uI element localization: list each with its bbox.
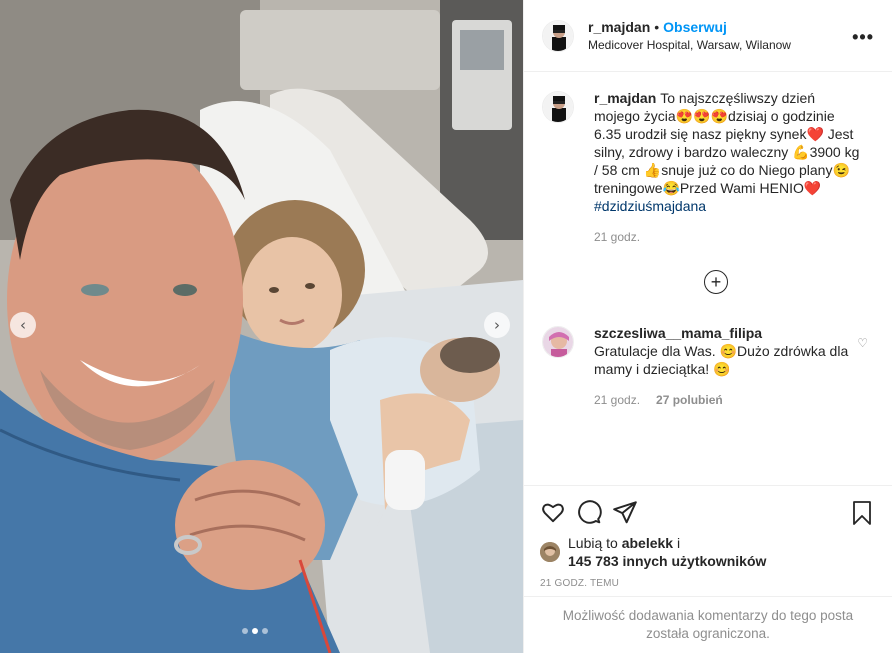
carousel-dot-active [252,628,258,634]
heart-icon[interactable]: ♡ [857,336,868,350]
liker-avatar[interactable] [540,542,560,562]
location-link[interactable]: Medicover Hospital, Warsaw, Wilanow [588,38,791,52]
share-icon[interactable] [612,499,638,525]
caption-username[interactable]: r_majdan [594,90,656,106]
comment-text: szczesliwa__mama_filipa Gratulacje dla Wa… [594,324,862,378]
comment-likes[interactable]: 27 polubień [656,393,723,407]
carousel-indicator [242,628,268,634]
avatar-image [543,92,573,122]
comment-body: Gratulacje dla Was. 😊Dużo zdrówka dla ma… [594,343,849,377]
post-timestamp[interactable]: 21 GODZ. TEMU [540,578,876,589]
comment-row: szczesliwa__mama_filipa Gratulacje dla Wa… [542,324,874,407]
likes-summary: Lubią to abelekk i 145 783 innych użytko… [540,534,876,570]
heart-icon[interactable] [540,499,566,525]
avatar-image [543,327,573,357]
comment-username[interactable]: szczesliwa__mama_filipa [594,325,762,341]
hospital-selfie-illustration [0,0,523,653]
bookmark-icon[interactable] [850,500,874,526]
hashtag-link[interactable]: #dzidziuśmajdana [594,198,706,214]
likes-count[interactable]: 145 783 innych użytkowników [568,553,766,569]
carousel-dot [262,628,268,634]
comments-restricted-notice: Możliwość dodawania komentarzy do tego p… [524,596,892,653]
liker-username[interactable]: abelekk [622,535,673,551]
comment-time[interactable]: 21 godz. [594,393,640,407]
likes-prefix: Lubią to [568,535,622,551]
caption-row: r_majdan To najszczęśliwszy dzień mojego … [542,89,874,244]
liker-avatar-image [540,542,560,562]
post-header: r_majdan • Obserwuj Medicover Hospital, … [524,0,892,72]
separator-dot: • [654,19,660,35]
chevron-right-icon: › [494,315,500,334]
more-dots-icon[interactable]: ••• [852,28,874,46]
avatar-image [543,20,573,51]
carousel-prev-button[interactable]: ‹ [10,312,36,338]
plus-circle-icon[interactable]: + [704,270,728,294]
avatar[interactable] [542,19,574,52]
comment-icon[interactable] [576,499,602,525]
likes-suffix: i [673,535,681,551]
follow-button[interactable]: Obserwuj [663,19,727,35]
avatar[interactable] [542,91,574,123]
chevron-left-icon: ‹ [20,315,26,334]
caption-time[interactable]: 21 godz. [594,230,640,244]
author-username[interactable]: r_majdan [588,19,650,35]
caption-text: r_majdan To najszczęśliwszy dzień mojego … [594,89,862,215]
post-side-panel: r_majdan • Obserwuj Medicover Hospital, … [523,0,892,653]
comments-section[interactable]: r_majdan To najszczęśliwszy dzień mojego … [524,73,892,485]
post-photo[interactable]: ‹ › [0,0,523,653]
carousel-dot [242,628,248,634]
avatar[interactable] [542,326,574,358]
carousel-next-button[interactable]: › [484,312,510,338]
action-bar: Lubią to abelekk i 145 783 innych użytko… [524,485,892,589]
